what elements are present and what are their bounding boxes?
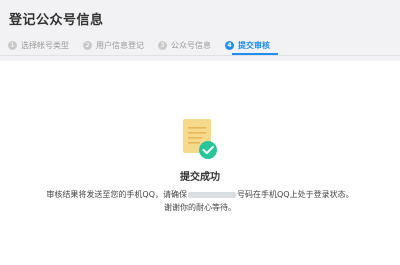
step-number: 4 [225, 41, 234, 50]
result-panel [0, 61, 400, 265]
step-number: 2 [83, 41, 92, 50]
step-submit-review: 4 提交审核 [225, 40, 270, 51]
step-label: 选择帐号类型 [21, 41, 69, 50]
step-indicator: 1 选择帐号类型 2 用户信息登记 3 公众号信息 4 提交审核 [8, 40, 284, 51]
step-account-info: 3 公众号信息 [158, 40, 211, 51]
redacted-qq-number [188, 191, 236, 198]
step-label: 提交审核 [238, 41, 270, 50]
divider [0, 55, 400, 56]
page-title: 登记公众号信息 [9, 13, 104, 28]
result-message: 审核结果将发送至您的手机QQ，请确保 号码在手机QQ上处于登录状态。 [0, 189, 400, 200]
result-message-part2: 号码在手机QQ上处于登录状态。 [237, 190, 354, 199]
step-select-account-type: 1 选择帐号类型 [8, 40, 69, 51]
step-number: 1 [8, 41, 17, 50]
step-label: 公众号信息 [171, 41, 211, 50]
document-check-icon [183, 119, 217, 159]
success-title: 提交成功 [180, 172, 220, 183]
result-message-part1: 审核结果将发送至您的手机QQ，请确保 [46, 190, 187, 199]
step-user-info: 2 用户信息登记 [83, 40, 144, 51]
step-label: 用户信息登记 [96, 41, 144, 50]
result-message-line2: 谢谢你的耐心等待。 [164, 203, 236, 212]
step-number: 3 [158, 41, 167, 50]
